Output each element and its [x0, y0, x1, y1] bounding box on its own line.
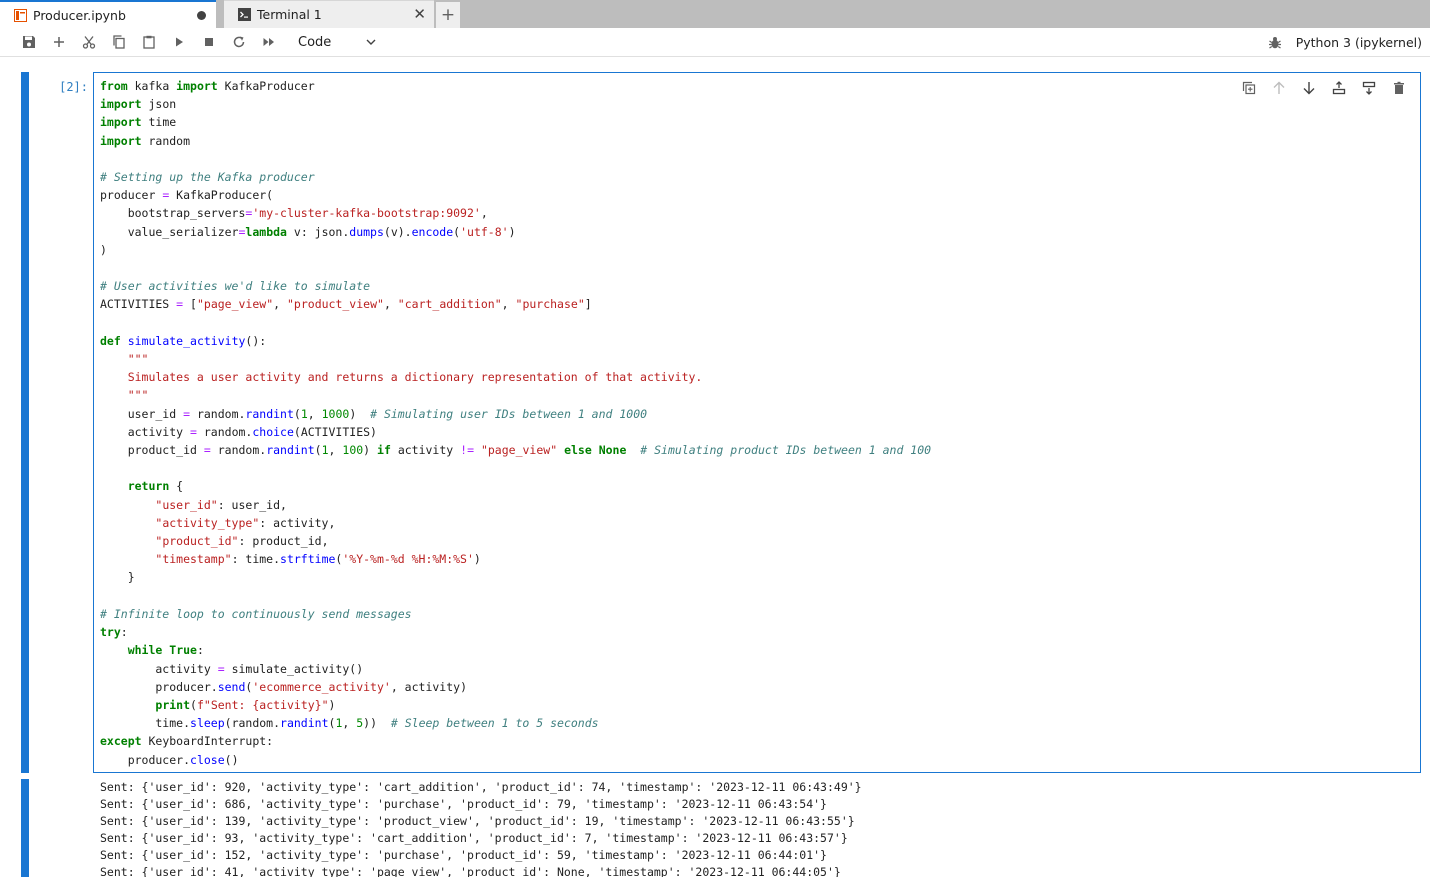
cell-collapser[interactable]: [21, 72, 29, 773]
bug-icon[interactable]: [1268, 36, 1282, 50]
delete-cell-button[interactable]: [1384, 78, 1414, 98]
notebook-icon: [14, 8, 27, 22]
cut-icon: [82, 36, 96, 49]
insert-below-button[interactable]: [1354, 78, 1384, 98]
kernel-area: Python 3 (ipykernel): [1268, 28, 1422, 57]
tab-terminal[interactable]: Terminal 1 ✕: [224, 0, 434, 28]
code-content[interactable]: from kafka import KafkaProducer import j…: [100, 77, 931, 769]
insert-above-icon: [1332, 81, 1346, 95]
tab-producer-notebook[interactable]: Producer.ipynb: [0, 0, 216, 28]
kernel-name[interactable]: Python 3 (ipykernel): [1296, 35, 1422, 50]
copy-icon: [113, 35, 125, 49]
stop-icon: [205, 38, 213, 46]
terminal-icon: [238, 8, 251, 21]
save-button[interactable]: [14, 30, 44, 54]
insert-below-icon: [1362, 81, 1376, 95]
restart-button[interactable]: [224, 30, 254, 54]
cell-type-select[interactable]: Code: [292, 31, 382, 53]
run-all-button[interactable]: [254, 30, 284, 54]
duplicate-icon: [1242, 81, 1256, 95]
code-editor[interactable]: from kafka import KafkaProducer import j…: [93, 72, 1421, 773]
cell-prompt: [2]:: [59, 80, 88, 94]
run-button[interactable]: [164, 30, 194, 54]
tab-label: Terminal 1: [257, 7, 322, 22]
insert-above-button[interactable]: [1324, 78, 1354, 98]
notebook-toolbar: Code Python 3 (ipykernel): [0, 28, 1430, 57]
notebook-panel[interactable]: [2]: from kafka import KafkaProducer imp…: [0, 57, 1430, 877]
duplicate-cell-button[interactable]: [1234, 78, 1264, 98]
paste-button[interactable]: [134, 30, 164, 54]
move-up-button[interactable]: [1264, 78, 1294, 98]
run-icon: [176, 37, 183, 47]
new-tab-button[interactable]: +: [436, 2, 460, 28]
cell-output: Sent: {'user_id': 920, 'activity_type': …: [100, 780, 862, 877]
output-collapser[interactable]: [21, 779, 29, 877]
cell-toolbar: [1234, 78, 1414, 98]
move-up-icon: [1273, 81, 1285, 94]
move-down-button[interactable]: [1294, 78, 1324, 98]
copy-button[interactable]: [104, 30, 134, 54]
cell-type-label: Code: [298, 34, 332, 50]
close-icon[interactable]: ✕: [413, 7, 426, 22]
paste-icon: [143, 35, 155, 49]
cut-button[interactable]: [74, 30, 104, 54]
delete-icon: [1394, 81, 1404, 94]
run-all-icon: [263, 38, 274, 46]
chevron-down-icon: [366, 39, 376, 45]
stop-button[interactable]: [194, 30, 224, 54]
add-cell-button[interactable]: [44, 30, 74, 54]
save-icon: [23, 36, 35, 48]
tab-bar: Producer.ipynb Terminal 1 ✕ +: [0, 0, 1430, 28]
unsaved-dot-icon[interactable]: [197, 10, 206, 20]
tab-label: Producer.ipynb: [33, 7, 126, 23]
add-cell-icon: [54, 37, 64, 47]
restart-icon: [233, 36, 245, 48]
move-down-icon: [1303, 82, 1315, 95]
